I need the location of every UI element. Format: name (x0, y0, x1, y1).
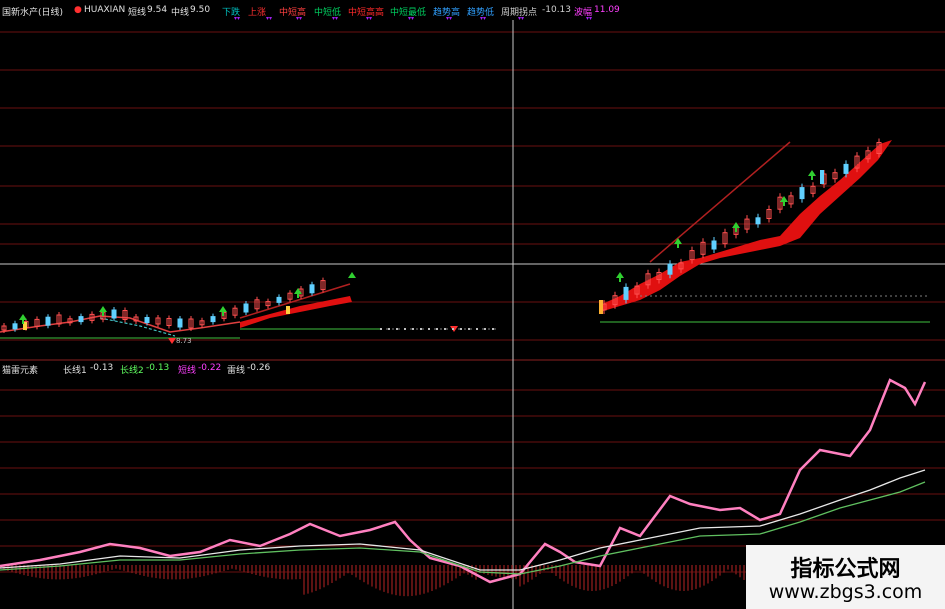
mid-line-value: 9.50 (190, 5, 211, 15)
dot (404, 328, 406, 330)
dot (388, 328, 390, 330)
pin-icon: ● (74, 5, 82, 15)
indicator-value-1: -0.13 (146, 363, 170, 373)
candle (667, 263, 673, 275)
legend-markers: ▾▾ ▾▾ ▾▾ ▾▾ ▾▾ ▾▾ ▾▾ ▾▾ ▾▾ ▾▾ (234, 15, 593, 22)
candle (243, 303, 249, 313)
dot (444, 328, 446, 330)
dot (436, 328, 438, 330)
ticker: HUAXIAN (84, 5, 126, 15)
candle (210, 316, 216, 323)
candle (843, 163, 849, 174)
candle (177, 318, 183, 328)
indicator-label-0: 长线1 (63, 366, 87, 376)
dot (428, 328, 430, 330)
green-arrow-icon (808, 170, 816, 180)
indicator-bar: 猫雷元素 长线1 -0.13 长线2 -0.13 短线 -0.22 雷线 -0.… (0, 362, 945, 376)
candle (799, 187, 805, 200)
price-label: 8.73 (176, 337, 192, 345)
candle-blue (820, 170, 824, 184)
green-arrow-icon (99, 306, 107, 316)
candle (144, 317, 150, 323)
dot (412, 328, 414, 330)
candle (309, 284, 315, 294)
candle (711, 240, 717, 250)
indicator-value-3: -0.26 (247, 363, 271, 373)
legend-item-11: 11.09 (594, 5, 620, 15)
short-line-value: 9.54 (147, 5, 168, 15)
dot (468, 328, 470, 330)
dot (460, 328, 462, 330)
candle (755, 217, 761, 225)
candle (45, 316, 51, 326)
chart-canvas[interactable] (0, 0, 945, 609)
dot (476, 328, 478, 330)
watermark-title: 指标公式网 (790, 557, 901, 582)
candle (12, 323, 18, 330)
candle (78, 316, 84, 323)
green-arrow-icon (616, 272, 624, 282)
candle (276, 296, 282, 303)
indicator-name: 猫雷元素 (2, 366, 39, 376)
candle (623, 286, 629, 300)
dot (380, 328, 382, 330)
dot (452, 328, 454, 330)
indicator-label-1: 长线2 (120, 366, 144, 376)
indicator-label-3: 雷线 (227, 366, 246, 376)
dot (492, 328, 494, 330)
watermark: 指标公式网 www.zbgs3.com (746, 545, 945, 609)
indicator-label-2: 短线 (178, 366, 197, 376)
candle (111, 309, 117, 319)
indicator-value-2: -0.22 (198, 363, 222, 373)
red-triangle-icon (168, 338, 176, 344)
dot (396, 328, 398, 330)
watermark-url: www.zbgs3.com (768, 581, 923, 603)
dot (420, 328, 422, 330)
green-triangle-icon (348, 272, 356, 278)
candle-yellow (286, 306, 290, 314)
indicator-value-0: -0.13 (90, 363, 114, 373)
dot (484, 328, 486, 330)
legend-item-9: -10.13 (542, 5, 572, 15)
candle-yellow (599, 300, 603, 314)
